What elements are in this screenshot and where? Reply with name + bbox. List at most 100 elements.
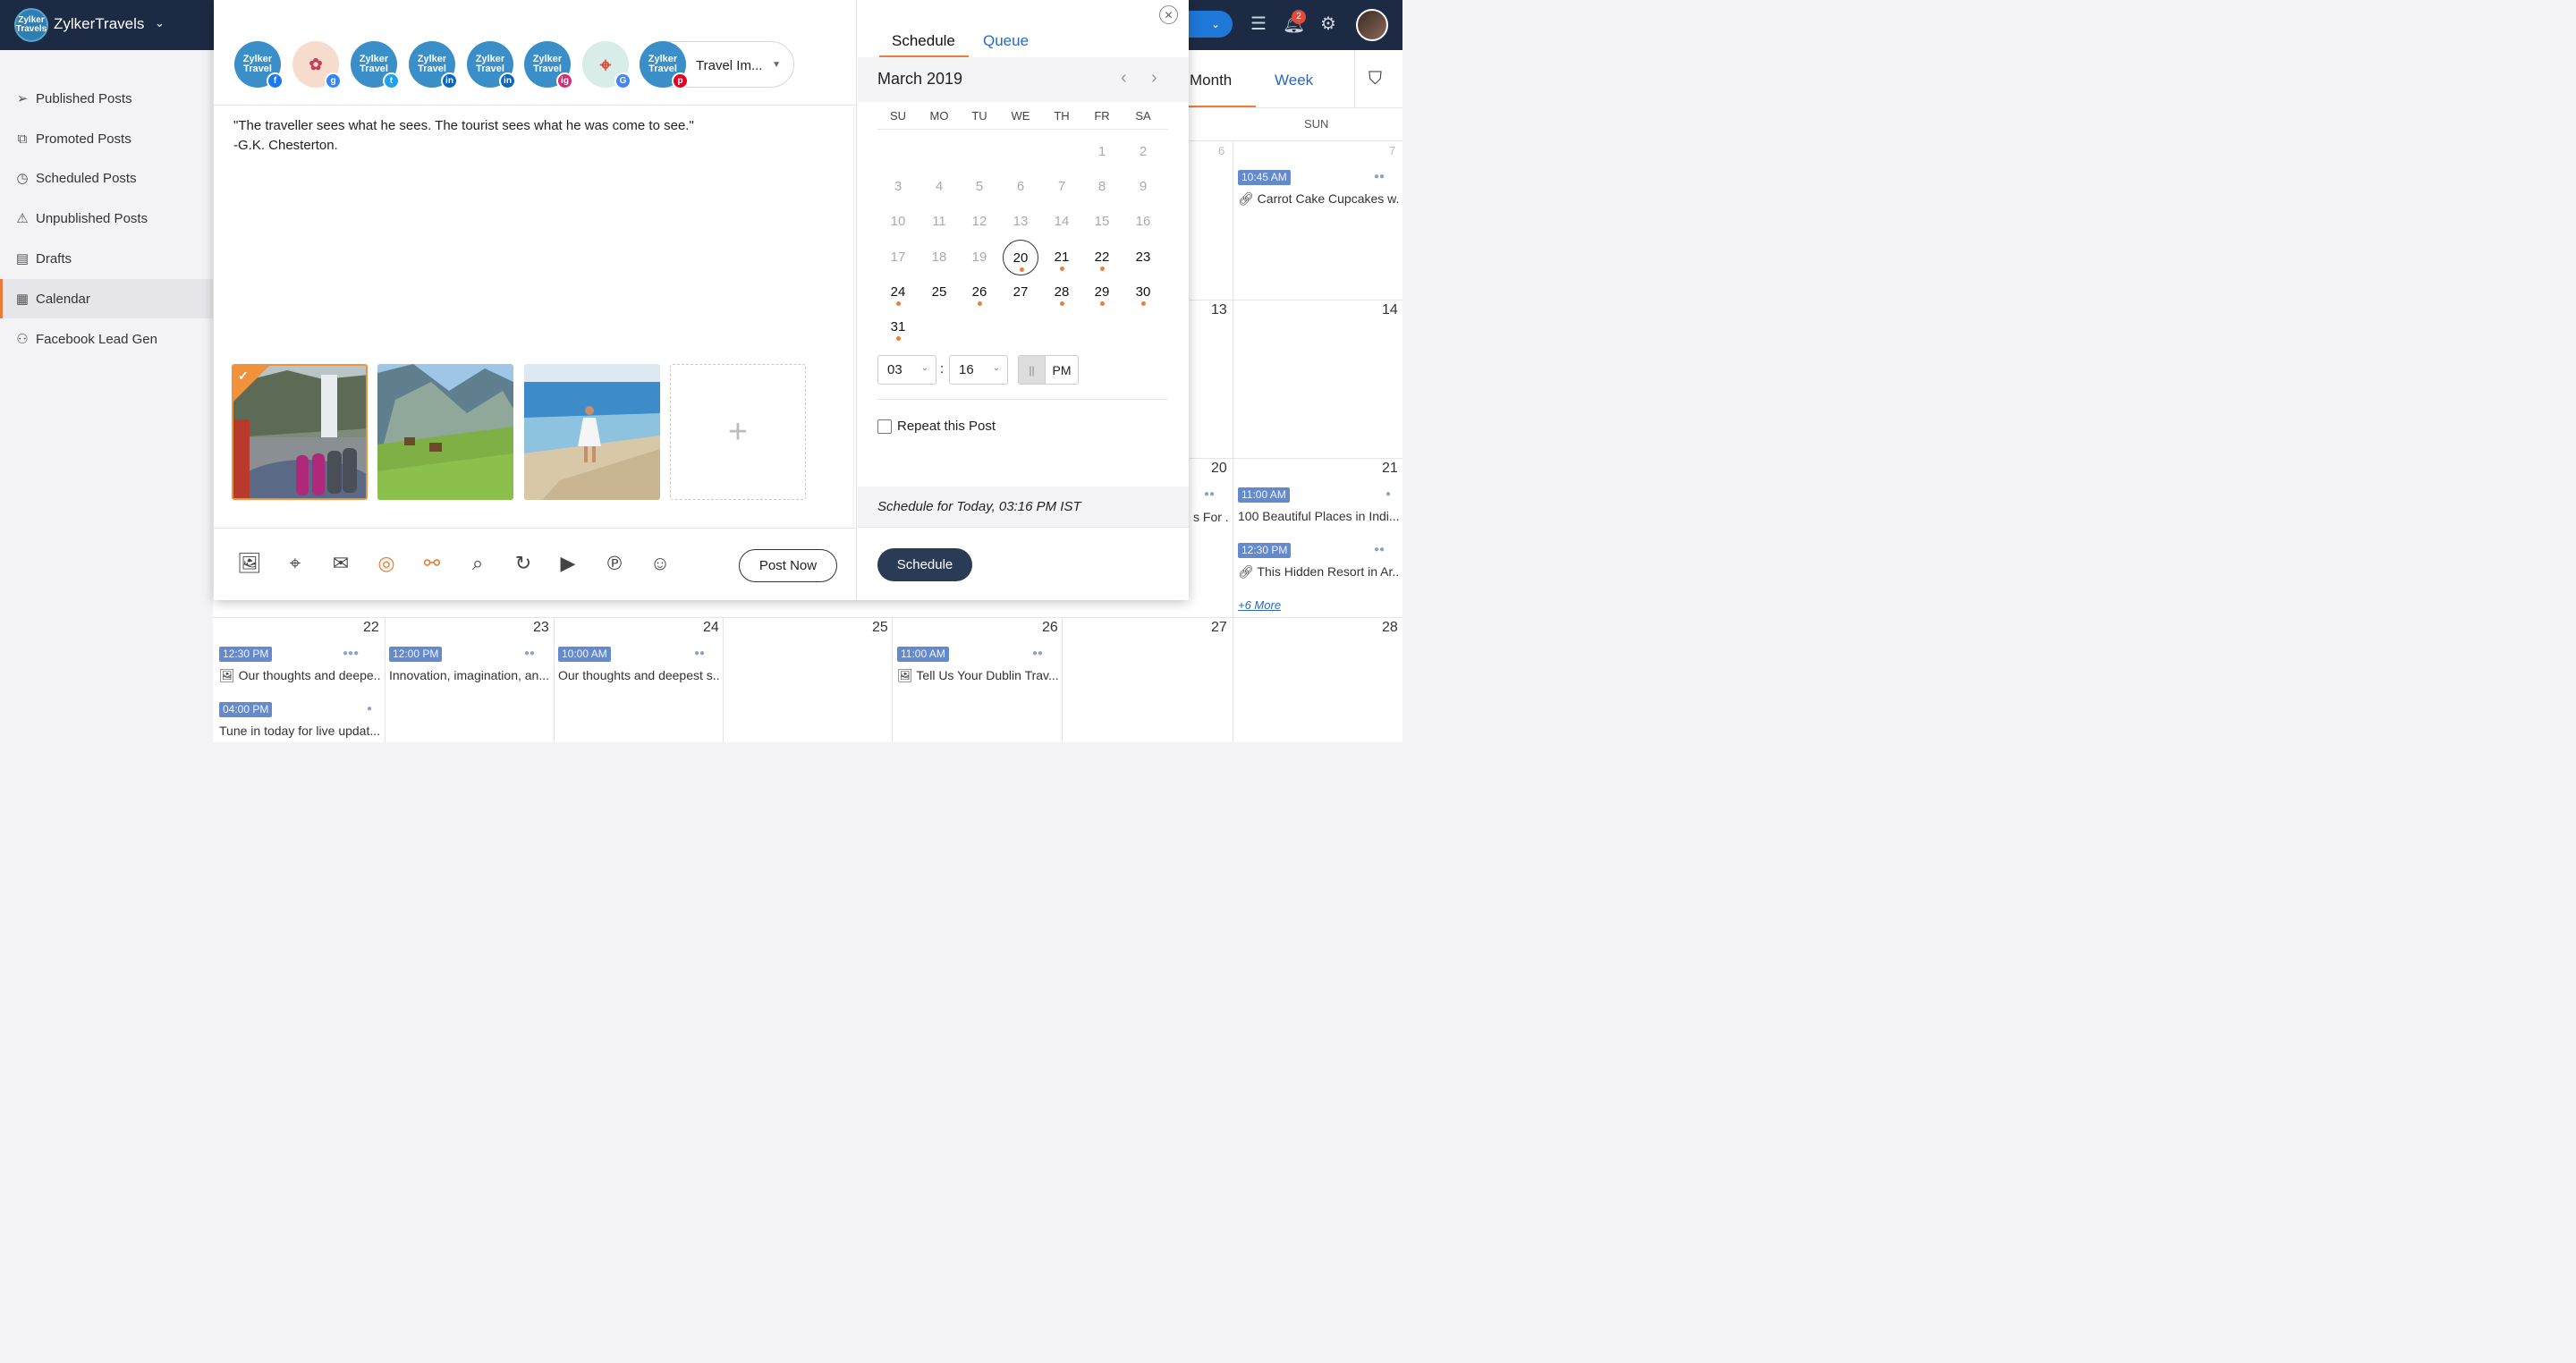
tab-month[interactable]: Month — [1190, 72, 1232, 89]
more-events-link[interactable]: +6 More — [1238, 598, 1281, 612]
calendar-day[interactable]: 11 — [921, 204, 957, 240]
calendar-day[interactable]: 12 — [962, 204, 997, 240]
close-icon[interactable]: ✕ — [1159, 5, 1178, 24]
chevron-left-icon[interactable]: ‹ — [1121, 68, 1127, 89]
sidebar-item-unpublished-posts[interactable]: ⚠ Unpublished Posts — [0, 199, 213, 238]
tab-schedule[interactable]: Schedule — [892, 32, 955, 50]
brand-name[interactable]: ZylkerTravels — [54, 15, 144, 33]
account-facebook-group[interactable]: ✿ g — [292, 41, 342, 89]
am-option[interactable]: || — [1019, 356, 1046, 384]
calendar-event[interactable]: Our thoughts and deepest s... — [558, 668, 719, 682]
link-shortener-icon[interactable]: ⚯ — [419, 551, 445, 576]
calendar-day[interactable]: 5 — [962, 169, 997, 205]
menu-icon[interactable]: ☰ — [1248, 13, 1269, 35]
account-linkedin-page[interactable]: Zylker Travel in — [467, 41, 516, 89]
account-instagram[interactable]: Zylker Travel ig — [524, 41, 573, 89]
calendar-day[interactable]: 23 — [1125, 240, 1161, 275]
calendar-day[interactable]: 3 — [880, 169, 916, 205]
sidebar-item-published-posts[interactable]: ➢ Published Posts — [0, 79, 213, 118]
filter-icon[interactable]: ⛉ — [1368, 69, 1382, 89]
media-thumbnail-waterfall[interactable]: ✓ — [232, 364, 368, 500]
calendar-day[interactable]: 22 — [1084, 240, 1120, 275]
chevron-down-icon[interactable]: ⌄ — [155, 16, 165, 30]
calendar-day[interactable]: 24 — [880, 275, 916, 310]
sidebar-item-calendar[interactable]: ▦ Calendar — [0, 279, 213, 318]
calendar-day[interactable]: 29 — [1084, 275, 1120, 310]
calendar-event[interactable]: 🖼︎ Tell Us Your Dublin Trav... — [897, 668, 1058, 683]
schedule-button[interactable]: Schedule — [877, 548, 972, 581]
calendar-event[interactable]: s For ... — [1193, 510, 1229, 524]
calendar-day[interactable]: 13 — [1003, 204, 1038, 240]
media-thumbnail-meadow[interactable] — [377, 364, 513, 500]
calendar-day[interactable]: 9 — [1125, 169, 1161, 205]
event-time[interactable]: 10:00 AM — [558, 647, 611, 662]
calendar-day[interactable]: 18 — [921, 240, 957, 275]
calendar-event[interactable]: Tune in today for live updat... — [219, 724, 380, 738]
image-search-icon[interactable]: ⌕ — [465, 551, 490, 576]
calendar-event[interactable]: 🖼︎ Our thoughts and deepe... — [219, 668, 380, 683]
pm-option[interactable]: PM — [1046, 356, 1078, 384]
account-linkedin[interactable]: Zylker Travel in — [409, 41, 458, 89]
calendar-event[interactable]: Innovation, imagination, an... — [389, 668, 550, 682]
scrollbar[interactable] — [853, 107, 854, 528]
calendar-day[interactable]: 25 — [921, 275, 957, 310]
event-time[interactable]: 11:00 AM — [1238, 487, 1290, 503]
event-time[interactable]: 12:30 PM — [219, 647, 273, 662]
calendar-day[interactable]: 15 — [1084, 204, 1120, 240]
calendar-day[interactable]: 2 — [1125, 134, 1161, 170]
calendar-day[interactable]: 31 — [880, 309, 916, 345]
chevron-right-icon[interactable]: › — [1151, 68, 1157, 89]
account-facebook[interactable]: Zylker Travel f — [234, 41, 284, 89]
avatar[interactable] — [1356, 9, 1388, 41]
calendar-day[interactable]: 17 — [880, 240, 916, 275]
calendar-day[interactable]: 30 — [1125, 275, 1161, 310]
calendar-day[interactable]: 8 — [1084, 169, 1120, 205]
tab-week[interactable]: Week — [1275, 72, 1313, 89]
account-google-my-business[interactable]: ⌖ G — [582, 41, 631, 89]
calendar-day[interactable]: 10 — [880, 204, 916, 240]
calendar-day[interactable]: 21 — [1044, 240, 1080, 275]
calendar-day[interactable]: 7 — [1044, 169, 1080, 205]
media-thumbnail-beach[interactable] — [524, 364, 660, 500]
post-text-area[interactable]: "The traveller sees what he sees. The to… — [233, 116, 842, 156]
pinterest-icon[interactable]: ℗ — [602, 551, 627, 576]
event-time[interactable]: 12:00 PM — [389, 647, 443, 662]
image-upload-icon[interactable]: 🖼︎ — [237, 551, 262, 576]
add-media-button[interactable]: + — [670, 364, 806, 500]
event-time[interactable]: 10:45 AM — [1238, 170, 1291, 185]
calendar-day[interactable]: 1 — [1084, 134, 1120, 170]
tab-queue[interactable]: Queue — [983, 32, 1029, 50]
event-time[interactable]: 11:00 AM — [897, 647, 949, 662]
calendar-day[interactable]: 6 — [1003, 169, 1038, 205]
calendar-day[interactable]: 28 — [1044, 275, 1080, 310]
mail-icon[interactable]: ✉ — [328, 551, 353, 576]
checkbox[interactable] — [877, 419, 892, 434]
event-time[interactable]: 12:30 PM — [1238, 543, 1292, 558]
calendar-day-today[interactable]: 20 — [1003, 240, 1038, 275]
account-twitter[interactable]: Zylker Travel t — [351, 41, 400, 89]
calendar-event[interactable]: 🔗︎ Carrot Cake Cupcakes w... — [1238, 191, 1399, 207]
calendar-day[interactable]: 16 — [1125, 204, 1161, 240]
sidebar-item-drafts[interactable]: ▤ Drafts — [0, 239, 213, 278]
repeat-post-checkbox[interactable]: Repeat this Post — [877, 419, 996, 434]
post-now-button[interactable]: Post Now — [739, 549, 837, 582]
video-settings-icon[interactable]: ▶ — [555, 551, 580, 576]
account-pinterest[interactable]: Zylker Travel p — [640, 41, 689, 89]
calendar-event[interactable]: 🔗︎ This Hidden Resort in Ar... — [1238, 564, 1399, 580]
sidebar-item-facebook-lead-gen[interactable]: ⚇ Facebook Lead Gen — [0, 319, 213, 359]
sidebar-item-promoted-posts[interactable]: ⧉ Promoted Posts — [0, 119, 213, 158]
calendar-day[interactable]: 26 — [962, 275, 997, 310]
event-time[interactable]: 04:00 PM — [219, 702, 273, 717]
calendar-day[interactable]: 14 — [1044, 204, 1080, 240]
share-arrow-icon[interactable]: ↻ — [511, 551, 536, 576]
brand-logo[interactable]: Zylker Travels — [14, 8, 48, 42]
gear-icon[interactable]: ⚙ — [1318, 13, 1339, 35]
calendar-day[interactable]: 4 — [921, 169, 957, 205]
calendar-day[interactable]: 27 — [1003, 275, 1038, 310]
sidebar-item-scheduled-posts[interactable]: ◷ Scheduled Posts — [0, 158, 213, 198]
hour-select[interactable]: 03 ⌄ — [877, 355, 936, 385]
location-pin-icon[interactable]: ⌖ — [283, 551, 308, 576]
emoji-icon[interactable]: ☺ — [648, 551, 673, 576]
search-target-icon[interactable]: ◎ — [374, 551, 399, 576]
calendar-day[interactable]: 19 — [962, 240, 997, 275]
